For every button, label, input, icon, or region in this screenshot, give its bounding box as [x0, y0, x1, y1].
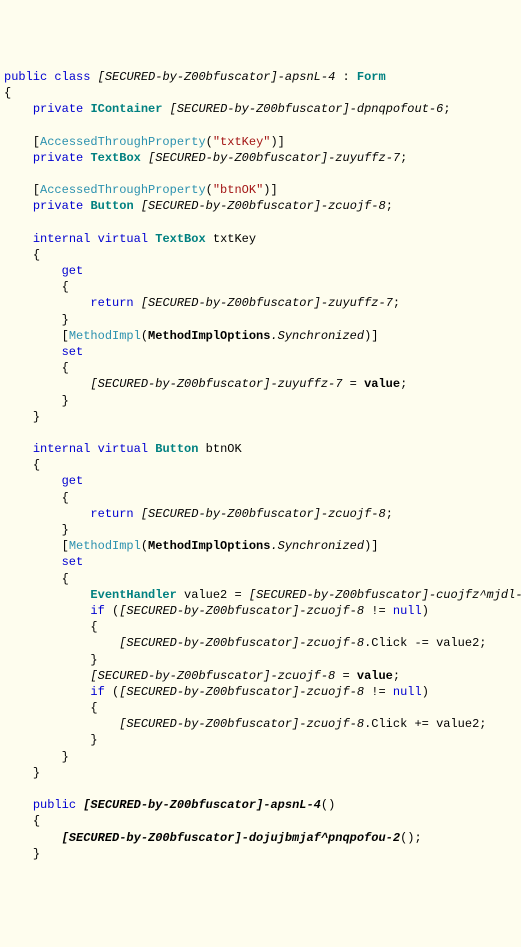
field: [SECURED-by-Z00bfuscator]-dpnqpofout-6: [170, 102, 444, 116]
field: [SECURED-by-Z00bfuscator]-zuyuffz-7: [148, 151, 400, 165]
kw-private: private: [33, 102, 83, 116]
rhs: value: [357, 669, 393, 683]
opt: MethodImplOptions: [148, 539, 270, 553]
opt: MethodImplOptions: [148, 329, 270, 343]
brace: }: [33, 410, 40, 424]
brace: {: [33, 248, 40, 262]
kw-set: set: [62, 555, 84, 569]
brace: {: [62, 491, 69, 505]
type: TextBox: [90, 151, 140, 165]
brace: {: [62, 361, 69, 375]
kw-virtual: virtual: [98, 442, 148, 456]
brace: }: [90, 653, 97, 667]
type: TextBox: [155, 232, 205, 246]
str: "txtKey": [213, 135, 271, 149]
type: EventHandler: [90, 588, 176, 602]
prop-name: btnOK: [206, 442, 242, 456]
cond: [SECURED-by-Z00bfuscator]-zcuojf-8: [119, 604, 364, 618]
field: [SECURED-by-Z00bfuscator]-zcuojf-8: [141, 199, 386, 213]
kw-return: return: [90, 507, 133, 521]
op: !=: [371, 685, 385, 699]
brace: }: [62, 313, 69, 327]
kw-get: get: [62, 264, 84, 278]
str: "btnOK": [213, 183, 263, 197]
ret-val: [SECURED-by-Z00bfuscator]-zcuojf-8: [141, 507, 386, 521]
brace: {: [90, 620, 97, 634]
brace: {: [33, 814, 40, 828]
brace: {: [62, 572, 69, 586]
kw-class: class: [54, 70, 90, 84]
brace: }: [33, 847, 40, 861]
type: Button: [90, 199, 133, 213]
kw-public: public: [4, 70, 47, 84]
lhs: [SECURED-by-Z00bfuscator]-zuyuffz-7: [90, 377, 342, 391]
obj: [SECURED-by-Z00bfuscator]-zcuojf-8: [119, 717, 364, 731]
base-type: Form: [357, 70, 386, 84]
null: null: [393, 685, 422, 699]
kw-get: get: [62, 474, 84, 488]
obj: [SECURED-by-Z00bfuscator]-zcuojf-8: [119, 636, 364, 650]
kw-private: private: [33, 199, 83, 213]
evt: .Click += value2;: [364, 717, 486, 731]
attr: MethodImpl: [69, 329, 141, 343]
brace: }: [62, 750, 69, 764]
brace: }: [62, 523, 69, 537]
var: value2: [184, 588, 227, 602]
kw-return: return: [90, 296, 133, 310]
code-block: public class [SECURED-by-Z00bfuscator]-a…: [4, 69, 517, 862]
rhs: value: [364, 377, 400, 391]
op: !=: [371, 604, 385, 618]
type: Button: [155, 442, 198, 456]
brace: {: [62, 280, 69, 294]
evt: .Click -= value2;: [364, 636, 486, 650]
kw-virtual: virtual: [98, 232, 148, 246]
brace: {: [90, 701, 97, 715]
kw-set: set: [62, 345, 84, 359]
kw-if: if: [90, 604, 104, 618]
kw-if: if: [90, 685, 104, 699]
kw-internal: internal: [33, 232, 91, 246]
kw-public: public: [33, 798, 76, 812]
attr: MethodImpl: [69, 539, 141, 553]
brace: {: [33, 458, 40, 472]
kw-internal: internal: [33, 442, 91, 456]
null: null: [393, 604, 422, 618]
rhs: [SECURED-by-Z00bfuscator]-cuojfz^mjdl-3: [249, 588, 521, 602]
brace: {: [4, 86, 11, 100]
attr: AccessedThroughProperty: [40, 183, 206, 197]
class-name: [SECURED-by-Z00bfuscator]-apsnL-4: [98, 70, 336, 84]
prop-name: txtKey: [213, 232, 256, 246]
attr: AccessedThroughProperty: [40, 135, 206, 149]
call: [SECURED-by-Z00bfuscator]-dojujbmjaf^pnq…: [62, 831, 400, 845]
dot: .Synchronized: [270, 329, 364, 343]
brace: }: [33, 766, 40, 780]
kw-private: private: [33, 151, 83, 165]
brace: }: [62, 394, 69, 408]
dot: .Synchronized: [270, 539, 364, 553]
type: IContainer: [90, 102, 162, 116]
ret-val: [SECURED-by-Z00bfuscator]-zuyuffz-7: [141, 296, 393, 310]
lhs: [SECURED-by-Z00bfuscator]-zcuojf-8: [90, 669, 335, 683]
ctor: [SECURED-by-Z00bfuscator]-apsnL-4: [83, 798, 321, 812]
cond: [SECURED-by-Z00bfuscator]-zcuojf-8: [119, 685, 364, 699]
